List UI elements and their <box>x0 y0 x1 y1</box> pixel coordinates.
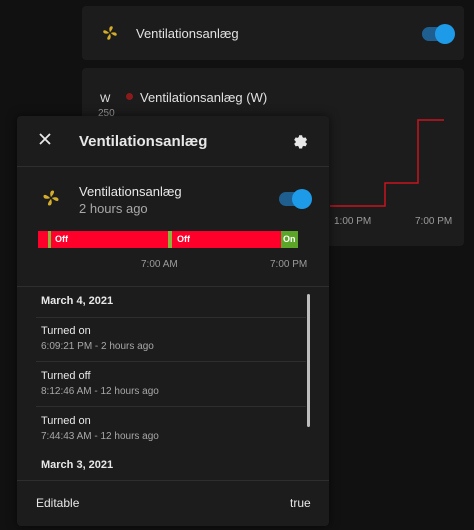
timeline-segment-label: On <box>283 234 296 244</box>
logbook-entry-title: Turned on <box>41 415 91 427</box>
logbook-date-heading: March 3, 2021 <box>41 459 114 471</box>
graph-x-tick: 7:00 PM <box>415 216 453 227</box>
fan-icon <box>101 24 119 42</box>
state-timeline: Off Off On <box>38 231 298 248</box>
logbook-list[interactable]: March 4, 2021 Turned on 6:09:21 PM - 2 h… <box>17 286 329 482</box>
dialog-header: Ventilationsanlæg <box>17 116 329 167</box>
attribute-row: Editable true <box>17 480 329 526</box>
logbook-entry-title: Turned on <box>41 325 91 337</box>
fan-icon <box>41 188 61 208</box>
entity-card[interactable]: Ventilationsanlæg <box>82 6 464 60</box>
close-icon[interactable] <box>37 131 53 152</box>
logbook-entry-title: Turned off <box>41 370 91 382</box>
logbook-scrollbar[interactable] <box>307 294 310 427</box>
timeline-segment-off[interactable]: Off <box>38 231 168 248</box>
logbook-entry-time: 7:44:43 AM - 12 hours ago <box>41 431 159 442</box>
entity-toggle[interactable] <box>279 189 312 209</box>
timeline-tick: 7:00 PM <box>270 259 308 270</box>
logbook-entry-time: 8:12:46 AM - 12 hours ago <box>41 386 159 397</box>
timeline-segment-label: Off <box>177 234 190 244</box>
timeline-segment-label: Off <box>55 234 68 244</box>
entity-card-name: Ventilationsanlæg <box>136 26 239 41</box>
settings-gear-icon[interactable] <box>291 131 309 154</box>
attribute-value: true <box>290 496 311 510</box>
more-info-dialog: Ventilationsanlæg Ventilationsanlæg 2 ho… <box>17 116 329 526</box>
dialog-title: Ventilationsanlæg <box>79 133 208 150</box>
entity-last-changed: 2 hours ago <box>79 201 148 216</box>
timeline-tick: 7:00 AM <box>141 259 178 270</box>
attribute-name: Editable <box>36 496 80 510</box>
logbook-entry-time: 6:09:21 PM - 2 hours ago <box>41 341 154 352</box>
logbook-date-heading: March 4, 2021 <box>41 295 114 307</box>
entity-card-toggle[interactable] <box>422 24 455 44</box>
entity-name: Ventilationsanlæg <box>79 184 182 199</box>
graph-x-tick: 1:00 PM <box>334 216 372 227</box>
timeline-segment-on[interactable]: On <box>281 231 298 248</box>
timeline-segment-off[interactable]: Off <box>168 231 281 248</box>
